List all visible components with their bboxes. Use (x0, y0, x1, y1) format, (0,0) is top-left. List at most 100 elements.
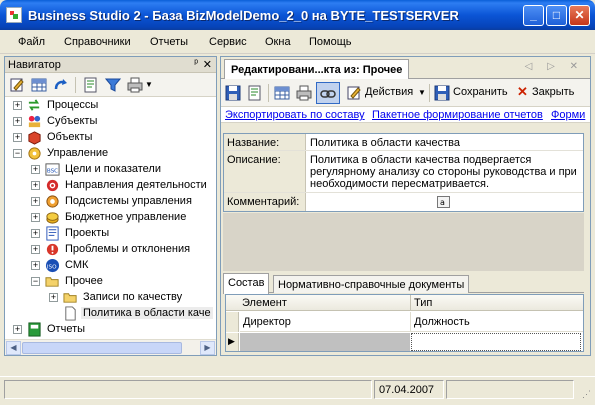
status-extra (446, 380, 574, 399)
expand-icon[interactable]: + (13, 325, 22, 334)
menu-reports[interactable]: Отчеты (150, 36, 188, 48)
edit-icon[interactable] (9, 77, 25, 93)
column-element[interactable]: Элемент (242, 297, 287, 309)
processes-icon (28, 99, 40, 111)
comment-row: Комментарий: a (224, 193, 583, 211)
expand-icon[interactable]: + (31, 213, 40, 222)
expand-icon[interactable]: + (13, 133, 22, 142)
edit-text-icon[interactable]: a (437, 196, 450, 208)
expand-icon[interactable]: + (31, 261, 40, 270)
collapse-icon[interactable]: − (31, 277, 40, 286)
table-icon[interactable] (274, 85, 290, 101)
status-date: 07.04.2007 (374, 380, 444, 399)
collapse-icon[interactable]: − (13, 149, 22, 158)
name-label: Название: (224, 134, 306, 150)
scroll-right-icon[interactable]: ▶ (200, 341, 215, 355)
tab-normative-docs[interactable]: Нормативно-справочные документы (273, 275, 470, 293)
horizontal-scrollbar[interactable]: ◀ ▶ (5, 339, 216, 355)
filter-icon[interactable] (105, 77, 121, 93)
maximize-button[interactable]: □ (546, 5, 567, 26)
navigator-toolbar: ▼ (5, 73, 216, 97)
menu-bar: Файл Справочники Отчеты Сервис Окна Помо… (0, 30, 595, 54)
expand-icon[interactable]: + (31, 229, 40, 238)
form-link[interactable]: Форми (551, 109, 585, 121)
projects-icon (46, 226, 59, 241)
close-icon[interactable]: ✕ (203, 58, 212, 71)
tree-item-label: Цели и показатели (65, 163, 161, 175)
batch-reports-link[interactable]: Пакетное формирование отчетов (372, 109, 543, 121)
save-icon[interactable] (225, 85, 241, 101)
tree-item-label: Субъекты (47, 115, 98, 127)
tab-document[interactable]: Редактировани...кта из: Прочее (224, 59, 410, 79)
properties-icon[interactable] (247, 85, 263, 101)
expand-icon[interactable]: + (13, 117, 22, 126)
app-icon (6, 7, 22, 23)
export-by-composition-link[interactable]: Экспортировать по составу (225, 109, 365, 121)
tree-item-label: Проблемы и отклонения (65, 243, 191, 255)
navigator-header: Навигатор ᵖ ✕ (5, 57, 216, 73)
table-icon[interactable] (31, 77, 47, 93)
tree-item-label: СМК (65, 259, 89, 271)
description-field[interactable]: Политика в области качества подвергается… (310, 154, 577, 190)
cell-element[interactable]: Директор (243, 316, 291, 328)
chevron-down-icon[interactable]: ▼ (418, 88, 426, 97)
close-icon[interactable]: ✕ (517, 84, 528, 100)
expand-icon[interactable]: + (13, 101, 22, 110)
tab-composition[interactable]: Состав (223, 273, 270, 294)
tab-nav-icons[interactable]: ◁ ▷ ✕ (525, 61, 584, 72)
management-icon (28, 147, 41, 160)
refresh-icon[interactable] (53, 77, 69, 93)
table-row[interactable]: Директор Должность (240, 312, 583, 332)
status-message (4, 380, 372, 399)
tree-item-label: Направления деятельности (65, 179, 207, 191)
actions-button[interactable]: Действия (365, 86, 413, 98)
new-row-type-cell[interactable] (411, 333, 581, 351)
expand-icon[interactable]: + (31, 165, 40, 174)
name-field[interactable]: Политика в области качества (310, 137, 577, 149)
menu-help[interactable]: Помощь (309, 36, 352, 48)
tree-item-label: Прочее (65, 275, 103, 287)
expand-icon[interactable]: + (31, 245, 40, 254)
expand-icon[interactable]: + (31, 197, 40, 206)
navigator-title: Навигатор (8, 59, 61, 71)
menu-service[interactable]: Сервис (209, 36, 247, 48)
title-bar[interactable]: Business Studio 2 - База BizModelDemo_2_… (0, 0, 595, 30)
tree-item-label: Бюджетное управление (65, 211, 187, 223)
scroll-left-icon[interactable]: ◀ (6, 341, 21, 355)
actions-icon[interactable] (346, 85, 362, 101)
empty-area (223, 213, 584, 271)
minimize-button[interactable]: _ (523, 5, 544, 26)
properties-icon[interactable] (83, 77, 99, 93)
menu-references[interactable]: Справочники (64, 36, 131, 48)
menu-file[interactable]: Файл (18, 36, 45, 48)
resize-grip-icon[interactable]: ⋰ (582, 389, 591, 400)
new-row-marker-icon: ▶ (228, 336, 235, 346)
save-icon[interactable] (434, 85, 450, 101)
print-icon[interactable] (127, 77, 143, 93)
budget-icon (46, 212, 59, 224)
window-title: Business Studio 2 - База BizModelDemo_2_… (28, 8, 459, 23)
menu-windows[interactable]: Окна (265, 36, 291, 48)
save-button[interactable]: Сохранить (453, 86, 508, 98)
editor-toolbar: Действия ▼ Сохранить ✕ Закрыть (221, 79, 590, 107)
new-row[interactable] (240, 333, 583, 351)
pin-icon[interactable]: ᵖ (194, 58, 198, 69)
properties-form: Название: Политика в области качества Оп… (223, 133, 584, 212)
tree-item-label: Подсистемы управления (65, 195, 192, 207)
scroll-thumb[interactable] (22, 342, 182, 354)
folder-open-icon (45, 277, 59, 287)
chevron-down-icon[interactable]: ▼ (145, 80, 153, 89)
column-type[interactable]: Тип (414, 297, 432, 309)
close-button[interactable]: Закрыть (532, 86, 574, 98)
bsc-icon: BSC (45, 163, 60, 176)
svg-text:BSC: BSC (47, 168, 58, 174)
tree-item-label: Отчеты (47, 323, 86, 335)
expand-icon[interactable]: + (31, 181, 40, 190)
expand-icon[interactable]: + (49, 293, 58, 302)
action-links: Экспортировать по составу Пакетное форми… (221, 107, 590, 123)
cell-type[interactable]: Должность (414, 316, 470, 328)
print-icon[interactable] (296, 85, 312, 101)
close-window-button[interactable]: ✕ (569, 5, 590, 26)
link-toggle[interactable] (316, 82, 340, 104)
new-row-element-cell[interactable] (240, 333, 410, 351)
